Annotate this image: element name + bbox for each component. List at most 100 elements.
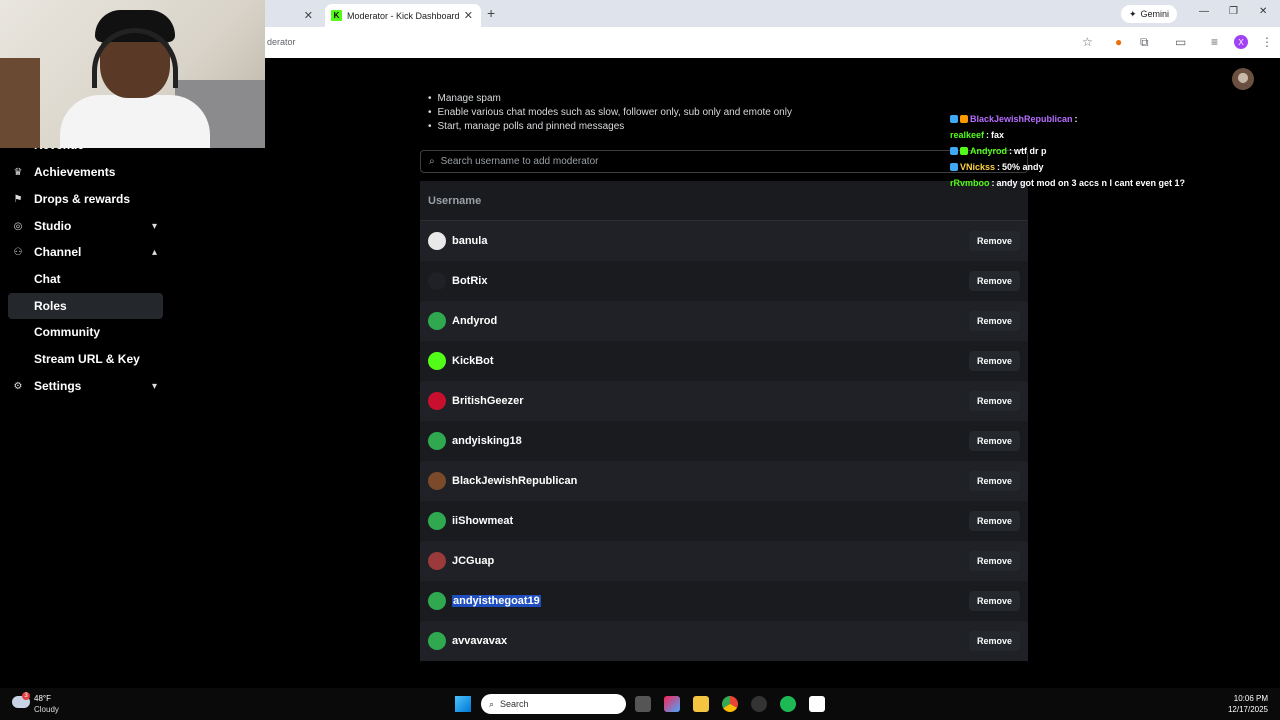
sidebar-item-roles[interactable]: Roles	[8, 293, 163, 319]
username: andyisthegoat19	[452, 595, 541, 607]
channel-icon: ⚇	[13, 246, 23, 258]
sidebar-item-label: Settings	[34, 379, 82, 393]
profile-avatar[interactable]: X	[1234, 35, 1248, 49]
table-row: andyisking18 Remove	[420, 421, 1028, 461]
table-row: BritishGeezer Remove	[420, 381, 1028, 421]
remove-button[interactable]: Remove	[968, 271, 1020, 291]
remove-button[interactable]: Remove	[968, 471, 1020, 491]
studio-icon: ◎	[13, 220, 23, 232]
clock-date[interactable]: 12/17/2025	[1216, 705, 1268, 714]
moderator-search-input[interactable]	[440, 156, 941, 167]
close-tab-icon[interactable]: ✕	[304, 9, 313, 22]
sidebar-item-settings[interactable]: ⚙ Settings ▾	[8, 373, 163, 399]
username: KickBot	[452, 355, 494, 367]
sidebar-item-label: Studio	[34, 219, 72, 233]
remove-button[interactable]: Remove	[968, 511, 1020, 531]
sidebar-item-community[interactable]: Community	[8, 319, 163, 345]
browser-tab-active[interactable]: K Moderator - Kick Dashboard ✕	[325, 4, 481, 27]
avatar	[428, 592, 446, 610]
weather-badge: 3	[22, 692, 30, 700]
cast-icon[interactable]: ▭	[1175, 35, 1186, 49]
gemini-button[interactable]: ✦ Gemini	[1121, 5, 1178, 23]
obs-icon[interactable]	[751, 696, 767, 712]
sidebar-item-chat[interactable]: Chat	[8, 266, 163, 292]
file-explorer-icon[interactable]	[693, 696, 709, 712]
remove-button[interactable]: Remove	[968, 351, 1020, 371]
chat-text: andy got mod on 3 accs n I cant even get…	[996, 178, 1186, 188]
sidebar-item-label: Stream URL & Key	[34, 352, 140, 366]
table-row: BotRix Remove	[420, 261, 1028, 301]
username: avvavavax	[452, 635, 508, 647]
sidebar-item-stream-url-key[interactable]: Stream URL & Key	[8, 346, 163, 372]
sidebar-item-studio[interactable]: ◎ Studio ▾	[8, 213, 163, 239]
remove-button[interactable]: Remove	[968, 391, 1020, 411]
sidebar-item-channel[interactable]: ⚇ Channel ▴	[8, 239, 163, 265]
table-row: Andyrod Remove	[420, 301, 1028, 341]
sidebar-item-label: Channel	[34, 245, 82, 259]
remove-button[interactable]: Remove	[968, 311, 1020, 331]
table-row: JCGuap Remove	[420, 541, 1028, 581]
spotify-icon[interactable]	[780, 696, 796, 712]
moderator-search[interactable]: ⌕	[420, 150, 1028, 173]
remove-button[interactable]: Remove	[968, 431, 1020, 451]
bookmark-star-icon[interactable]: ☆	[1082, 35, 1093, 49]
extension-icon[interactable]: ●	[1115, 35, 1122, 49]
close-tab-icon[interactable]: ✕	[464, 9, 473, 22]
extensions-puzzle-icon[interactable]: ⧉	[1140, 35, 1149, 50]
clock-time[interactable]: 10:06 PM	[1228, 694, 1268, 703]
sidebar-item-label: Chat	[34, 272, 61, 286]
avatar	[428, 432, 446, 450]
chat-text: wtf dr p	[1014, 146, 1047, 156]
new-tab-icon[interactable]: +	[487, 5, 495, 21]
chat-username[interactable]: realkeef	[950, 130, 984, 140]
username: BotRix	[452, 275, 488, 287]
chat-text: 50% andy	[1002, 162, 1044, 172]
table-row: avvavavax Remove	[420, 621, 1028, 661]
avatar	[428, 472, 446, 490]
minimize-icon[interactable]: —	[1199, 6, 1209, 17]
remove-button[interactable]: Remove	[968, 591, 1020, 611]
weather-temp[interactable]: 48°F	[34, 694, 51, 703]
close-window-icon[interactable]: ✕	[1259, 6, 1267, 17]
chat-username[interactable]: BlackJewishRepublican	[970, 114, 1073, 124]
media-controls-icon[interactable]: ≡	[1211, 35, 1218, 49]
chat-text: fax	[991, 130, 1005, 140]
table-row: andyisthegoat19 Remove	[420, 581, 1028, 621]
user-avatar[interactable]	[1232, 68, 1254, 90]
capcut-icon[interactable]	[809, 696, 825, 712]
username: BritishGeezer	[452, 395, 524, 407]
chat-badge-icon	[950, 115, 958, 123]
sidebar-item-achievements[interactable]: ♛ Achievements	[8, 159, 163, 185]
sidebar-item-label: Community	[34, 325, 100, 339]
weather-condition[interactable]: Cloudy	[34, 705, 59, 714]
username: iiShowmeat	[452, 515, 514, 527]
chat-message: BlackJewishRepublican :	[950, 114, 1080, 124]
chat-username[interactable]: VNickss	[960, 162, 995, 172]
restore-icon[interactable]: ❐	[1229, 6, 1238, 17]
username: Andyrod	[452, 315, 498, 327]
avatar	[428, 632, 446, 650]
chrome-icon[interactable]	[722, 696, 738, 712]
taskbar-search[interactable]: ⌕ Search	[481, 694, 626, 714]
sidebar-item-drops-rewards[interactable]: ⚑ Drops & rewards	[8, 186, 163, 212]
chat-username[interactable]: rRvmboo	[950, 178, 990, 188]
remove-button[interactable]: Remove	[968, 551, 1020, 571]
url-text[interactable]: derator	[267, 37, 296, 47]
remove-button[interactable]: Remove	[968, 231, 1020, 251]
search-icon: ⌕	[489, 698, 495, 709]
avatar	[428, 352, 446, 370]
permission-item: Manage spam	[428, 93, 501, 103]
sidebar-item-label: Roles	[34, 299, 67, 313]
avatar	[428, 312, 446, 330]
windows-start-icon[interactable]	[455, 696, 471, 712]
more-menu-icon[interactable]: ⋮	[1261, 35, 1273, 49]
column-header-username: Username	[420, 181, 1028, 221]
task-view-icon[interactable]	[635, 696, 651, 712]
chat-message: rRvmboo : andy got mod on 3 accs n I can…	[950, 178, 1185, 188]
chat-username[interactable]: Andyrod	[970, 146, 1007, 156]
browser-tab-inactive[interactable]: ✕	[265, 4, 323, 27]
chat-badge-icon	[960, 115, 968, 123]
remove-button[interactable]: Remove	[968, 631, 1020, 651]
copilot-icon[interactable]	[664, 696, 680, 712]
tab-title: Moderator - Kick Dashboard	[347, 10, 460, 21]
